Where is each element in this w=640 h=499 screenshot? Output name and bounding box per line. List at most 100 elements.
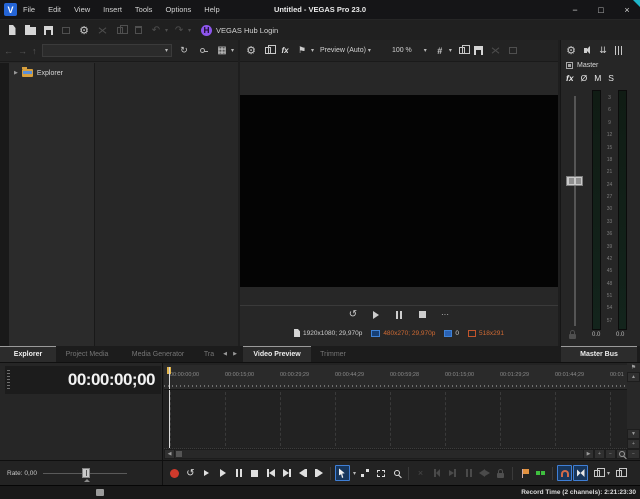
- insert-marker-button[interactable]: [517, 465, 532, 481]
- tab-master-bus[interactable]: Master Bus: [561, 346, 637, 362]
- master-solo-button[interactable]: S: [608, 73, 614, 83]
- record-button[interactable]: [167, 465, 182, 481]
- loop-region-button[interactable]: [489, 43, 503, 58]
- redo-dropdown[interactable]: ▾: [188, 27, 191, 34]
- open-project-button[interactable]: [23, 23, 37, 38]
- scroll-left-button[interactable]: ◀: [164, 449, 175, 459]
- explorer-file-list[interactable]: [95, 63, 238, 346]
- preview-properties-button[interactable]: ⚙: [244, 43, 258, 58]
- rate-slider-handle[interactable]: [82, 468, 90, 478]
- trim-start-button[interactable]: [429, 465, 444, 481]
- insert-region-button[interactable]: [533, 465, 548, 481]
- menu-tools[interactable]: Tools: [135, 5, 153, 14]
- grid-overlay-button[interactable]: #: [433, 43, 447, 58]
- back-button[interactable]: ←: [4, 46, 13, 56]
- tab-trimmer[interactable]: Trimmer: [311, 346, 355, 362]
- master-fx-button[interactable]: fx: [566, 73, 574, 83]
- external-window-button[interactable]: [59, 23, 73, 38]
- timeline-cursor-ruler[interactable]: [169, 367, 170, 389]
- pv-stop-button[interactable]: [415, 307, 429, 322]
- slide-button[interactable]: [477, 465, 492, 481]
- views-button[interactable]: ▦: [215, 43, 229, 58]
- mixer-properties-button[interactable]: ⚙: [566, 43, 576, 58]
- vscroll-track[interactable]: [627, 382, 640, 429]
- refresh-button[interactable]: ↻: [177, 43, 191, 58]
- lock-fader-icon[interactable]: [569, 334, 576, 339]
- zoom-out-time-button[interactable]: −: [605, 449, 616, 459]
- views-dropdown[interactable]: ▾: [231, 47, 234, 54]
- up-button[interactable]: ↑: [32, 46, 37, 56]
- play-from-start-button[interactable]: [199, 465, 214, 481]
- vegas-hub-login-button[interactable]: H VEGAS Hub Login: [201, 25, 278, 36]
- automation-button[interactable]: Ø: [581, 73, 588, 83]
- preview-quality-dropdown[interactable]: Preview (Auto) ▾: [320, 47, 371, 54]
- stop-button[interactable]: [247, 465, 262, 481]
- address-dropdown[interactable]: ▾: [42, 44, 172, 57]
- zoom-tool-corner-button[interactable]: [616, 449, 627, 459]
- forward-button[interactable]: →: [18, 46, 27, 56]
- ripple-mode-button[interactable]: [589, 465, 604, 481]
- scroll-right-button[interactable]: ▶: [583, 449, 594, 459]
- pause-button[interactable]: [231, 465, 246, 481]
- hscroll-track[interactable]: [175, 449, 583, 459]
- undo-dropdown[interactable]: ▾: [165, 27, 168, 34]
- master-mute-button[interactable]: M: [594, 73, 601, 83]
- pv-pause-button[interactable]: [392, 307, 406, 322]
- save-project-button[interactable]: [41, 23, 55, 38]
- menu-options[interactable]: Options: [165, 5, 191, 14]
- minimize-button[interactable]: −: [562, 5, 588, 15]
- preview-extra-button[interactable]: [506, 43, 520, 58]
- downmix-output-button[interactable]: ⇊: [598, 43, 608, 58]
- project-properties-button[interactable]: ⚙: [77, 23, 91, 38]
- lock-event-button[interactable]: [493, 465, 508, 481]
- menu-view[interactable]: View: [74, 5, 90, 14]
- selection-edit-tool-button[interactable]: [373, 465, 388, 481]
- tab-scroll-right-button[interactable]: ▶: [230, 346, 240, 362]
- next-frame-button[interactable]: [311, 465, 326, 481]
- meter-properties-button[interactable]: [614, 43, 624, 58]
- grid-overlay-dropdown[interactable]: ▾: [449, 47, 452, 54]
- play-button[interactable]: [215, 465, 230, 481]
- copy-snapshot-button[interactable]: [455, 43, 469, 58]
- paste-button[interactable]: [131, 23, 145, 38]
- zoom-edit-tool-button[interactable]: [389, 465, 404, 481]
- copy-button[interactable]: [113, 23, 127, 38]
- rate-slider-track[interactable]: [43, 473, 127, 474]
- tab-scroll-left-button[interactable]: ◀: [220, 346, 230, 362]
- status-grip[interactable]: [96, 489, 104, 496]
- envelope-edit-tool-button[interactable]: [357, 465, 372, 481]
- auto-ripple-button[interactable]: [573, 465, 588, 481]
- volume-fader-handle[interactable]: [566, 176, 583, 186]
- go-to-end-button[interactable]: [279, 465, 294, 481]
- timecode-display[interactable]: 00:00:00;00: [5, 366, 161, 394]
- marker-bar-button[interactable]: ⚑: [627, 363, 640, 372]
- split-button[interactable]: ×: [413, 465, 428, 481]
- go-to-start-button[interactable]: [263, 465, 278, 481]
- tab-video-preview[interactable]: Video Preview: [243, 346, 311, 362]
- pv-play-button[interactable]: [369, 307, 383, 322]
- undo-button[interactable]: ↶: [149, 23, 163, 38]
- pv-loop-button[interactable]: ↺: [346, 307, 360, 322]
- mute-output-button[interactable]: [582, 43, 592, 58]
- hscroll-thumb[interactable]: [176, 451, 182, 457]
- zoom-out-tracks-button[interactable]: −: [627, 449, 640, 459]
- previous-frame-button[interactable]: [295, 465, 310, 481]
- trim-end-button[interactable]: [445, 465, 460, 481]
- timeline-ruler[interactable]: 00:00:00;0000:00:15;0000:00:29;2900:00:4…: [164, 365, 627, 390]
- media-start-preview-button[interactable]: [196, 43, 210, 58]
- enable-snapping-button[interactable]: [557, 465, 572, 481]
- tree-expand-icon[interactable]: ▶: [14, 70, 18, 76]
- zoom-in-tracks-button[interactable]: +: [627, 439, 640, 449]
- split-screen-view-button[interactable]: ⚑: [295, 43, 309, 58]
- scroll-down-button[interactable]: ▼: [627, 429, 640, 439]
- volume-fader-track[interactable]: [574, 96, 576, 326]
- maximize-button[interactable]: □: [588, 5, 614, 15]
- slip-trim-button[interactable]: [461, 465, 476, 481]
- zoom-in-time-button[interactable]: +: [594, 449, 605, 459]
- split-screen-dropdown[interactable]: ▾: [311, 47, 314, 54]
- new-project-button[interactable]: [5, 23, 19, 38]
- redo-button[interactable]: ↷: [172, 23, 186, 38]
- pv-more-button[interactable]: ···: [438, 307, 452, 322]
- timeline-grid[interactable]: [164, 390, 627, 449]
- tab-transitions-clipped[interactable]: Tra: [198, 346, 220, 362]
